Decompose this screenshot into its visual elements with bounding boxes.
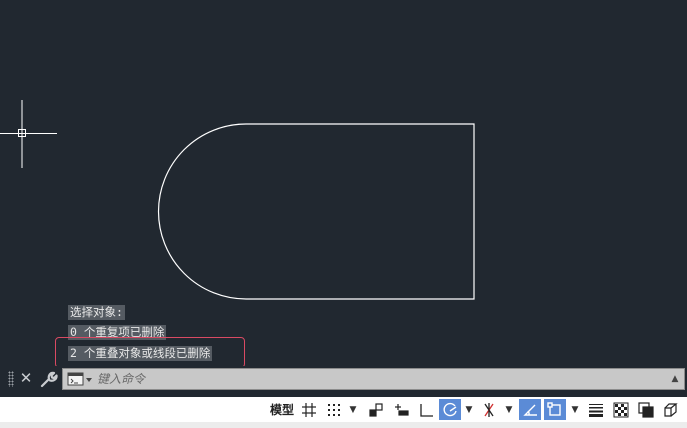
command-input-container: ▲ (62, 368, 685, 390)
3d-osnap-icon[interactable] (660, 399, 682, 420)
crosshair-cursor (0, 100, 57, 168)
selection-cycling-icon[interactable] (636, 399, 656, 420)
object-snap-dropdown-icon[interactable]: ▼ (569, 399, 581, 420)
transparency-icon[interactable] (611, 399, 631, 420)
command-line-bar: ✕ ▲ (0, 366, 687, 391)
drag-grip-icon[interactable] (8, 371, 14, 387)
grid-icon[interactable] (299, 399, 319, 420)
model-space-tab[interactable]: 模型 (268, 399, 296, 420)
close-icon[interactable]: ✕ (18, 368, 34, 388)
infer-constraints-icon[interactable] (366, 399, 386, 420)
isodraft-icon[interactable] (478, 399, 500, 420)
polar-dropdown-icon[interactable]: ▼ (463, 399, 475, 420)
history-line: 选择对象: (68, 305, 125, 320)
dynamic-input-icon[interactable] (391, 399, 411, 420)
object-snap-tracking-icon[interactable] (519, 399, 541, 420)
lineweight-icon[interactable] (586, 399, 606, 420)
snap-dropdown-icon[interactable]: ▼ (347, 399, 359, 420)
command-input[interactable] (97, 370, 657, 388)
command-prompt-icon[interactable] (67, 372, 93, 387)
status-bar: 模型 ▼ ▼ ▼ ▼ (0, 397, 687, 422)
highlight-box (55, 337, 245, 368)
polar-tracking-icon[interactable] (439, 399, 461, 420)
object-snap-icon[interactable] (544, 399, 566, 420)
wrench-icon[interactable] (38, 369, 58, 389)
snap-icon[interactable] (324, 399, 344, 420)
window-bottom-edge (0, 422, 687, 428)
ortho-icon[interactable] (416, 399, 436, 420)
isodraft-dropdown-icon[interactable]: ▼ (503, 399, 515, 420)
command-history-up-icon[interactable]: ▲ (669, 372, 681, 386)
d-shape-outline[interactable] (157, 123, 475, 300)
